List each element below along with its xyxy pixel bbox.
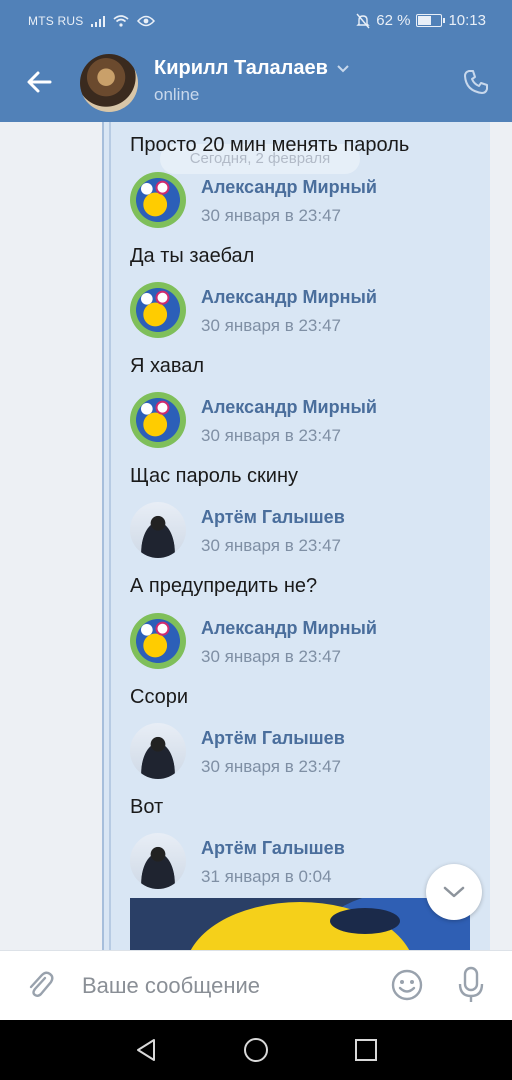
- chat-area[interactable]: Сегодня, 2 февраля Просто 20 мин менять …: [0, 122, 512, 950]
- message-composer: [0, 950, 512, 1020]
- bird-avatar[interactable]: [130, 392, 186, 448]
- message-text: А предупредить не?: [130, 575, 318, 597]
- phone-icon[interactable]: [462, 68, 490, 96]
- contact-name-label: Кирилл Талалаев: [154, 57, 328, 79]
- author-name[interactable]: Александр Мирный: [201, 287, 377, 308]
- message-time: 30 января в 23:47: [201, 206, 342, 225]
- system-navigation-bar: [0, 1020, 512, 1080]
- bird-avatar[interactable]: [130, 172, 186, 228]
- message-time: 31 января в 0:04: [201, 867, 332, 886]
- message-time: 30 января в 23:47: [201, 316, 342, 335]
- person-avatar[interactable]: [130, 833, 186, 889]
- message-time: 30 января в 23:47: [201, 426, 342, 445]
- author-name[interactable]: Артём Галышев: [201, 507, 345, 528]
- attached-photo[interactable]: [130, 898, 470, 950]
- smile-icon[interactable]: [390, 968, 424, 1002]
- bell-off-icon: [356, 13, 370, 28]
- nav-home-icon[interactable]: [242, 1036, 270, 1064]
- author-name[interactable]: Александр Мирный: [201, 177, 377, 198]
- message-time: 30 января в 23:47: [201, 647, 342, 666]
- photo-content: [330, 908, 400, 934]
- bird-avatar[interactable]: [130, 282, 186, 338]
- message-text: Да ты заебал: [130, 245, 255, 267]
- author-name[interactable]: Александр Мирный: [201, 618, 377, 639]
- contact-status: online: [154, 85, 200, 104]
- message-time: 30 января в 23:47: [201, 757, 342, 776]
- wifi-icon: [113, 15, 129, 27]
- message-text: Просто 20 мин менять пароль: [130, 134, 410, 156]
- paperclip-icon[interactable]: [24, 969, 56, 1001]
- signal-icon: [91, 15, 106, 27]
- arrow-left-icon[interactable]: [24, 66, 56, 98]
- battery-icon: [416, 14, 446, 27]
- author-name[interactable]: Артём Галышев: [201, 728, 345, 749]
- chevron-down-icon: [337, 64, 349, 72]
- contact-name[interactable]: Кирилл Талалаев: [154, 57, 350, 80]
- message-text: Ссори: [130, 686, 189, 708]
- contact-avatar[interactable]: [80, 54, 138, 112]
- message-input[interactable]: [82, 971, 372, 1001]
- scroll-down-button[interactable]: [426, 864, 482, 920]
- chevron-down-icon: [443, 886, 465, 898]
- status-bar: MTS RUS 62 % 10:13: [0, 0, 512, 42]
- message-text: Вот: [130, 796, 164, 818]
- carrier-name: MTS RUS: [28, 14, 84, 28]
- author-name[interactable]: Артём Галышев: [201, 838, 345, 859]
- message-text: Я хавал: [130, 355, 205, 377]
- bird-avatar[interactable]: [130, 613, 186, 669]
- chat-header: Кирилл Талалаев online: [0, 42, 512, 122]
- battery-percent: 62 %: [376, 12, 411, 29]
- nav-recents-icon[interactable]: [352, 1036, 380, 1064]
- clock: 10:13: [448, 12, 486, 29]
- message-time: 30 января в 23:47: [201, 536, 342, 555]
- microphone-icon[interactable]: [456, 966, 486, 1004]
- nav-back-icon[interactable]: [132, 1036, 160, 1064]
- message-text: Щас пароль скину: [130, 465, 299, 487]
- person-avatar[interactable]: [130, 723, 186, 779]
- author-name[interactable]: Александр Мирный: [201, 397, 377, 418]
- eye-icon: [137, 15, 156, 27]
- person-avatar[interactable]: [130, 502, 186, 558]
